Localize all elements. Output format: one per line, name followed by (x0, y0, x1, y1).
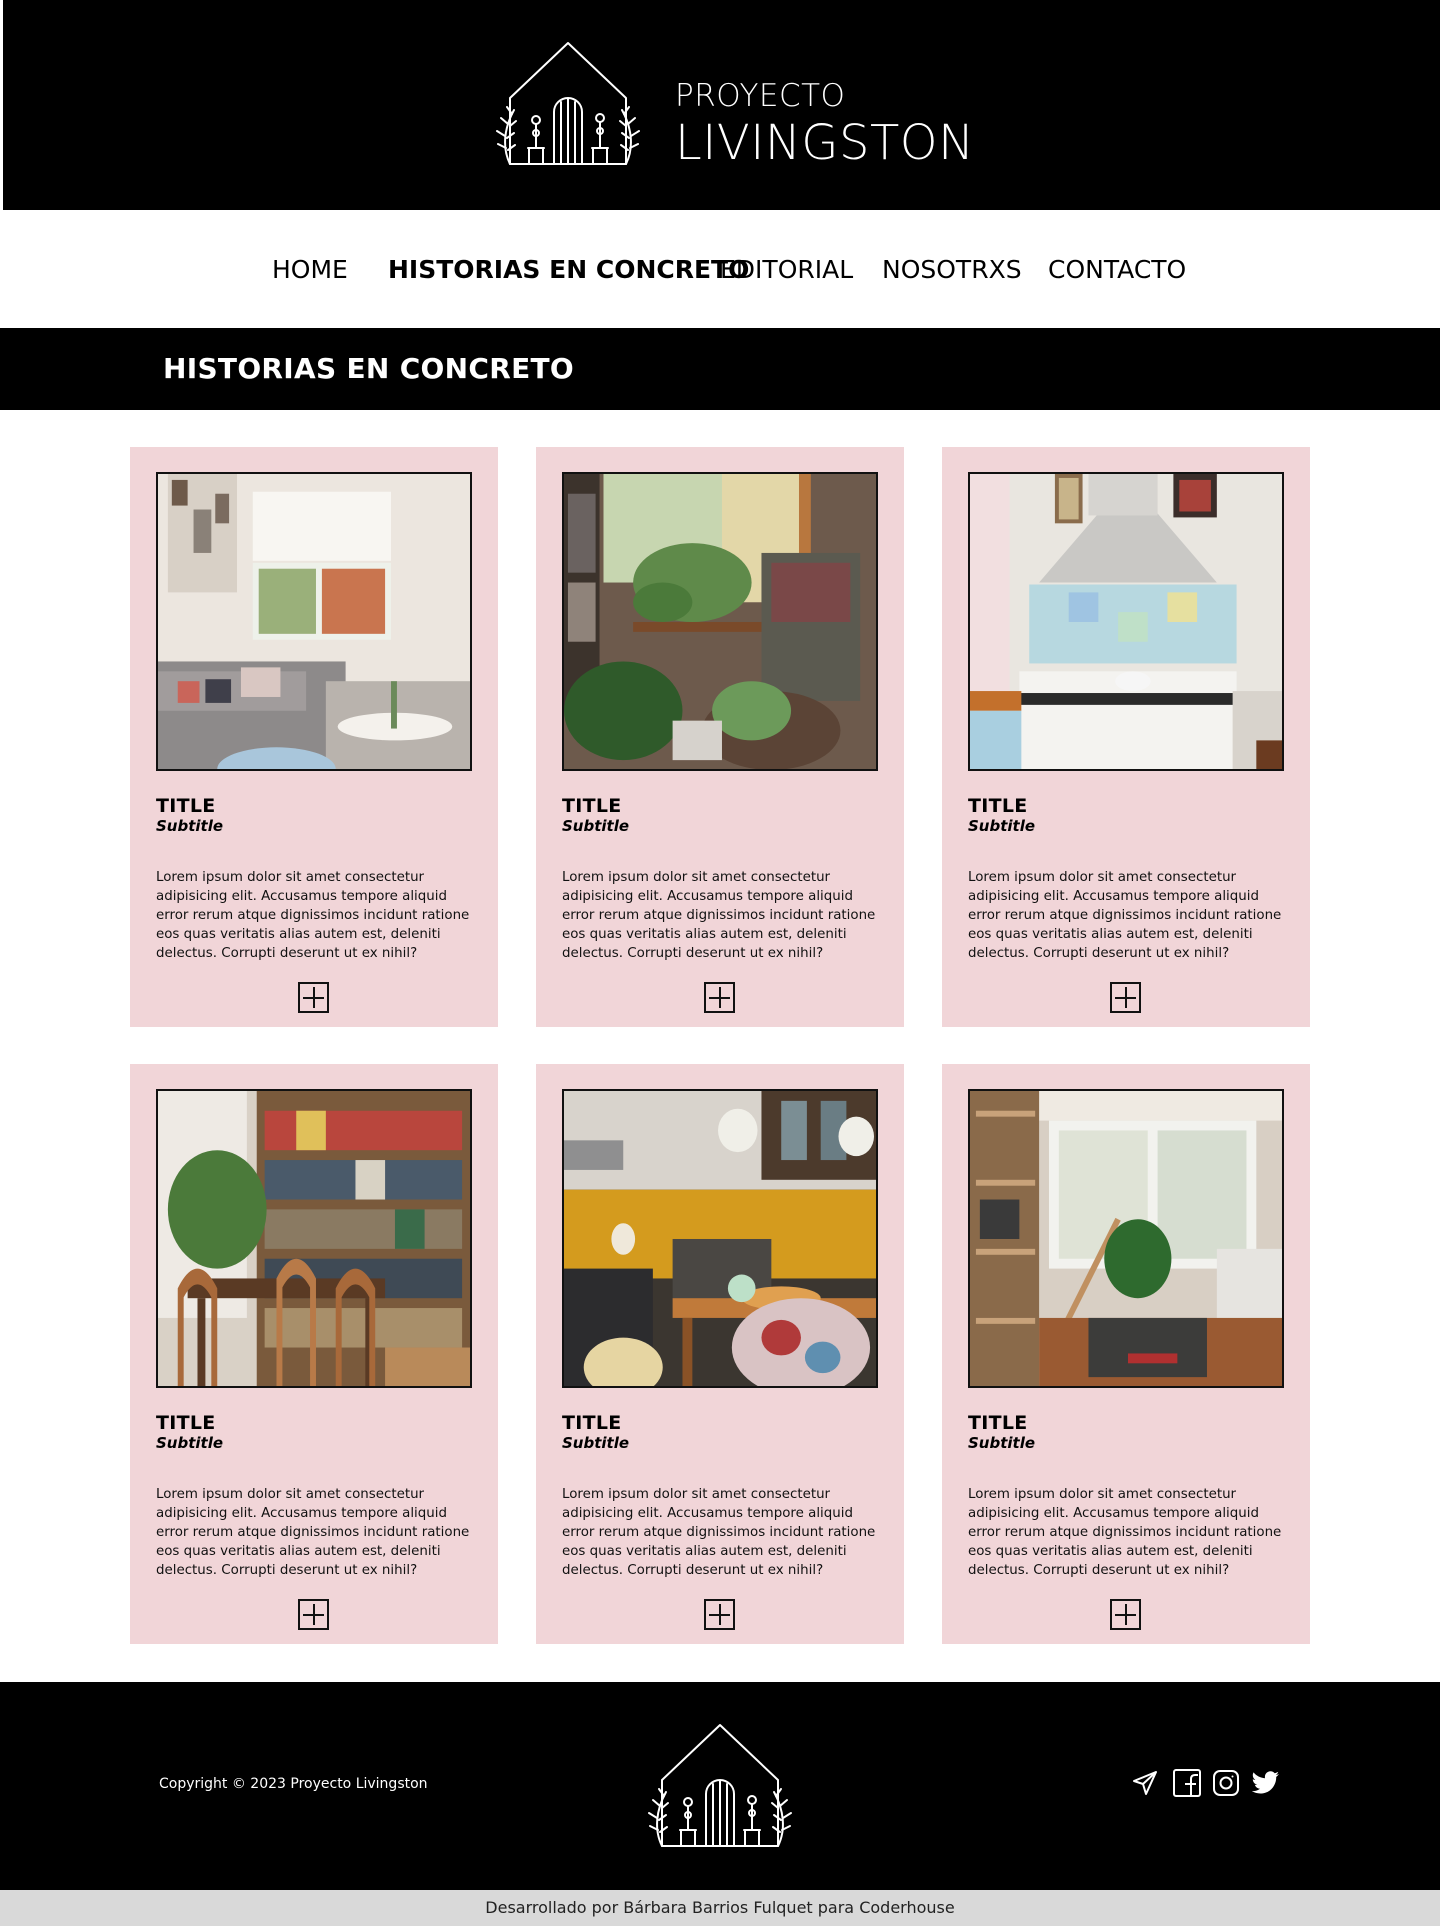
yellow-kitchen-photo[interactable] (562, 1089, 878, 1388)
card-subtitle: Subtitle (562, 1434, 630, 1452)
card-title: TITLE (968, 1412, 1028, 1434)
balcony-window-photo[interactable] (968, 1089, 1284, 1388)
brand-wordmark[interactable]: PROYECTO LIVINGSTON (675, 74, 974, 168)
card-description: Lorem ipsum dolor sit amet consectetur a… (968, 1487, 1282, 1578)
card-subtitle: Subtitle (156, 1434, 224, 1452)
house-logo-icon[interactable] (488, 40, 648, 170)
plant-corner-photo[interactable] (562, 472, 878, 771)
card-subtitle: Subtitle (562, 817, 630, 835)
expand-plus-button[interactable] (1110, 1599, 1141, 1630)
nav-item-editorial[interactable]: EDITORIAL (720, 254, 853, 286)
send-icon[interactable] (1130, 1768, 1160, 1798)
card-title: TITLE (562, 1412, 622, 1434)
card-description: Lorem ipsum dolor sit amet consectetur a… (968, 870, 1282, 961)
card-description: Lorem ipsum dolor sit amet consectetur a… (156, 870, 470, 961)
nav-item-home[interactable]: HOME (272, 254, 348, 286)
story-card: TITLE Subtitle Lorem ipsum dolor sit ame… (536, 1064, 904, 1644)
copyright-text: Copyright © 2023 Proyecto Livingston (159, 1776, 428, 1792)
card-description: Lorem ipsum dolor sit amet consectetur a… (156, 1487, 470, 1578)
expand-plus-button[interactable] (298, 982, 329, 1013)
dining-bookshelf-photo[interactable] (156, 1089, 472, 1388)
card-description: Lorem ipsum dolor sit amet consectetur a… (562, 1487, 876, 1578)
nav-item-contacto[interactable]: CONTACTO (1048, 254, 1186, 286)
expand-plus-button[interactable] (1110, 982, 1141, 1013)
site-header: PROYECTO LIVINGSTON (0, 0, 1440, 210)
story-card: TITLE Subtitle Lorem ipsum dolor sit ame… (942, 1064, 1310, 1644)
expand-plus-button[interactable] (298, 1599, 329, 1630)
site-footer: Copyright © 2023 Proyecto Livingston (0, 1682, 1440, 1890)
house-logo-icon[interactable] (640, 1722, 800, 1852)
story-card: TITLE Subtitle Lorem ipsum dolor sit ame… (942, 447, 1310, 1027)
section-header: HISTORIAS EN CONCRETO (0, 328, 1440, 410)
page-title: HISTORIAS EN CONCRETO (163, 352, 575, 385)
story-card: TITLE Subtitle Lorem ipsum dolor sit ame… (130, 1064, 498, 1644)
card-title: TITLE (968, 795, 1028, 817)
card-subtitle: Subtitle (968, 817, 1036, 835)
expand-plus-button[interactable] (704, 1599, 735, 1630)
story-card: TITLE Subtitle Lorem ipsum dolor sit ame… (536, 447, 904, 1027)
kitchen-stove-photo[interactable] (968, 472, 1284, 771)
main-nav: HOME HISTORIAS EN CONCRETO EDITORIAL NOS… (0, 210, 1440, 328)
twitter-icon[interactable] (1251, 1768, 1281, 1798)
story-card: TITLE Subtitle Lorem ipsum dolor sit ame… (130, 447, 498, 1027)
card-title: TITLE (156, 795, 216, 817)
brand-line-2: LIVINGSTON (675, 115, 975, 171)
card-subtitle: Subtitle (968, 1434, 1036, 1452)
expand-plus-button[interactable] (704, 982, 735, 1013)
credits-bar: Desarrollado por Bárbara Barrios Fulquet… (0, 1890, 1440, 1926)
card-title: TITLE (562, 795, 622, 817)
brand-line-1: PROYECTO (675, 78, 846, 114)
card-title: TITLE (156, 1412, 216, 1434)
nav-item-nosotrxs[interactable]: NOSOTRXS (882, 254, 1022, 286)
instagram-icon[interactable] (1211, 1768, 1241, 1798)
card-subtitle: Subtitle (156, 817, 224, 835)
nav-item-historias[interactable]: HISTORIAS EN CONCRETO (388, 254, 749, 286)
living-room-photo[interactable] (156, 472, 472, 771)
facebook-icon[interactable] (1172, 1768, 1202, 1798)
card-description: Lorem ipsum dolor sit amet consectetur a… (562, 870, 876, 961)
